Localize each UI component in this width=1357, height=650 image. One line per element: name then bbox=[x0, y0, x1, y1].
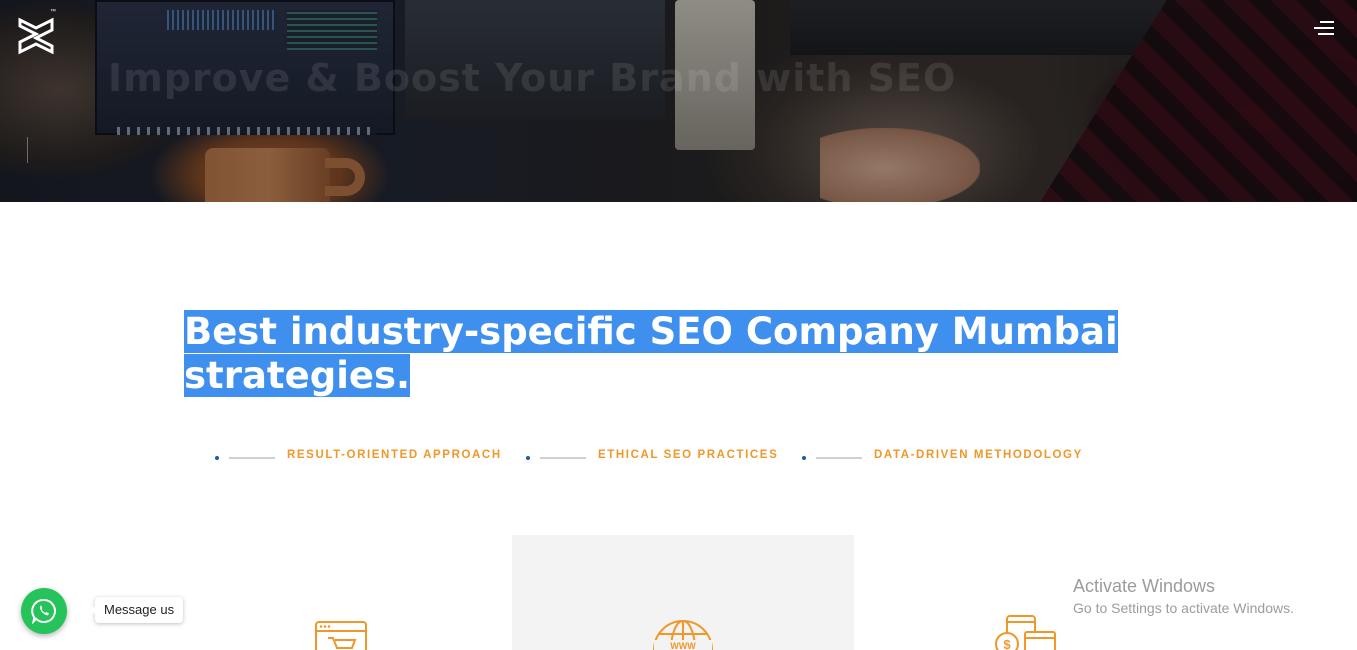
bullet-dot-icon bbox=[215, 456, 219, 460]
logo-icon[interactable] bbox=[18, 16, 54, 56]
hero-ghost-title: Improve & Boost Your Brand with SEO bbox=[108, 56, 957, 100]
divider-line bbox=[229, 457, 275, 459]
ecommerce-browser-cart-icon bbox=[315, 621, 367, 650]
logo-trademark: ™ bbox=[50, 9, 56, 15]
svg-text:WWW: WWW bbox=[670, 641, 696, 650]
feature-label: DATA-DRIVEN METHODOLOGY bbox=[874, 449, 1083, 461]
money-devices-icon: $ bbox=[995, 615, 1056, 650]
heading-line-1: Best industry-specific SEO Company Mumba… bbox=[184, 310, 1118, 353]
whatsapp-chat-button[interactable] bbox=[21, 588, 67, 634]
bullet-dot-icon bbox=[802, 456, 806, 460]
www-globe-icon: WWW bbox=[653, 620, 713, 650]
divider-line bbox=[540, 457, 586, 459]
hamburger-menu-icon[interactable] bbox=[1306, 18, 1334, 40]
message-us-label[interactable]: Message us bbox=[89, 597, 184, 623]
hero-banner: Improve & Boost Your Brand with SEO bbox=[0, 0, 1357, 202]
svg-text:$: $ bbox=[1003, 637, 1011, 650]
feature-label: ETHICAL SEO PRACTICES bbox=[598, 449, 779, 461]
bullet-dot-icon bbox=[526, 456, 530, 460]
feature-label: RESULT-ORIENTED APPROACH bbox=[287, 449, 502, 461]
activate-windows-title: Activate Windows bbox=[1073, 576, 1216, 596]
whatsapp-icon bbox=[31, 598, 56, 624]
divider-line bbox=[816, 457, 862, 459]
page-heading: Best industry-specific SEO Company Mumba… bbox=[184, 310, 1118, 398]
heading-line-2: strategies. bbox=[184, 354, 411, 397]
activate-windows-subtitle: Go to Settings to activate Windows. bbox=[1073, 600, 1294, 616]
hero-divider bbox=[27, 137, 28, 163]
